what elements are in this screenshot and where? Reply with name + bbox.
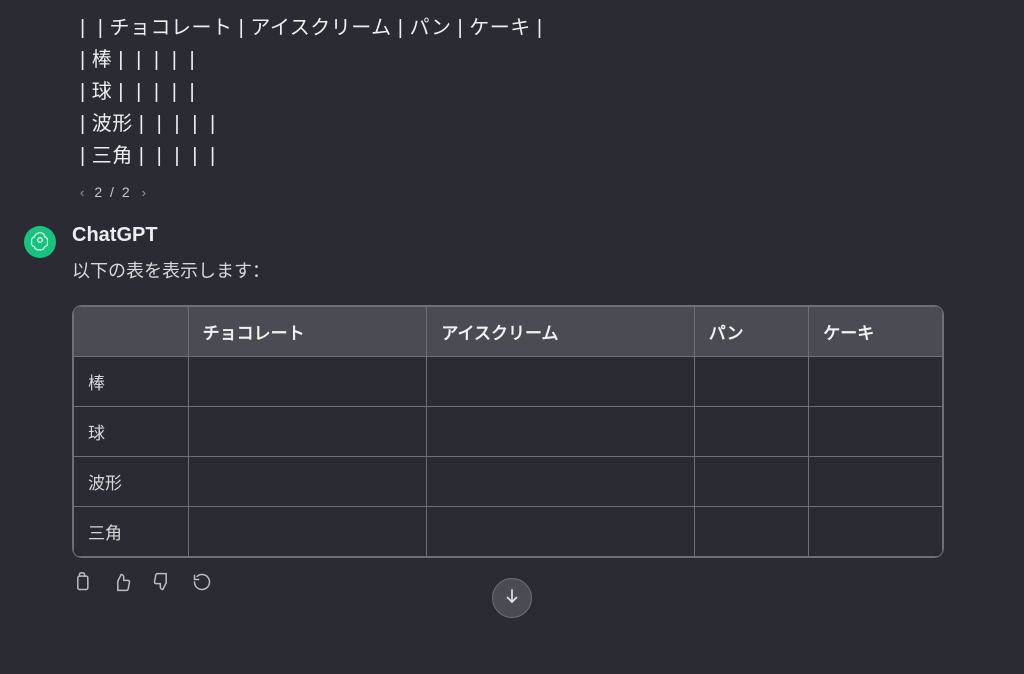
table-cell: 球 [74,407,189,457]
message-pager: ‹ 2 / 2 › [0,180,1024,216]
scroll-to-bottom-button[interactable] [492,578,532,618]
refresh-icon [192,572,212,597]
table-cell [809,457,943,507]
pager-current: 2 [94,184,104,200]
table-header-cell: パン [694,307,809,357]
user-raw-line: | 球 | | | | | [80,76,944,108]
pager-sep: / [110,184,116,200]
user-raw-line: | 波形 | | | | | [80,108,944,140]
arrow-down-icon [503,587,521,610]
table-row: 波形 [74,457,943,507]
table-cell [188,507,427,557]
pager-total: 2 [122,184,132,200]
assistant-intro: 以下の表を表示します： [72,257,944,283]
table-cell [188,357,427,407]
assistant-message: ChatGPT 以下の表を表示します： チョコレート アイスクリーム パン ケー… [0,216,1024,613]
user-raw-line: | | チョコレート | アイスクリーム | パン | ケーキ | [80,12,944,44]
table-cell [694,457,809,507]
table-cell [427,457,694,507]
table-cell [694,407,809,457]
table-cell [427,507,694,557]
table-cell [188,407,427,457]
table-cell [427,407,694,457]
clipboard-icon [72,572,92,597]
assistant-table: チョコレート アイスクリーム パン ケーキ 棒 [72,305,944,558]
assistant-name: ChatGPT [72,224,944,247]
thumbs-up-button[interactable] [112,572,132,597]
table-header-row: チョコレート アイスクリーム パン ケーキ [74,307,943,357]
table-header-cell: アイスクリーム [427,307,694,357]
copy-button[interactable] [72,572,92,597]
table-header-cell: ケーキ [809,307,943,357]
openai-logo-icon [29,229,51,256]
table-cell: 波形 [74,457,189,507]
thumbs-down-icon [152,572,172,597]
thumbs-down-button[interactable] [152,572,172,597]
table-cell [694,507,809,557]
table-row: 三角 [74,507,943,557]
pager-next-button[interactable]: › [142,185,146,200]
user-raw-line: | 棒 | | | | | [80,44,944,76]
pager-prev-button[interactable]: ‹ [80,185,84,200]
table-header-cell [74,307,189,357]
table-cell [694,357,809,407]
table-row: 球 [74,407,943,457]
regenerate-button[interactable] [192,572,212,597]
table-row: 棒 [74,357,943,407]
table-cell [809,407,943,457]
user-raw-line: | 三角 | | | | | [80,140,944,172]
assistant-avatar [24,226,56,258]
table-cell [188,457,427,507]
thumbs-up-icon [112,572,132,597]
table-cell: 三角 [74,507,189,557]
user-message: | | チョコレート | アイスクリーム | パン | ケーキ | | 棒 | … [0,0,1024,180]
table-cell [809,507,943,557]
table-cell [809,357,943,407]
table-header-cell: チョコレート [188,307,427,357]
table-cell [427,357,694,407]
table-cell: 棒 [74,357,189,407]
pager-count: 2 / 2 [94,184,131,200]
